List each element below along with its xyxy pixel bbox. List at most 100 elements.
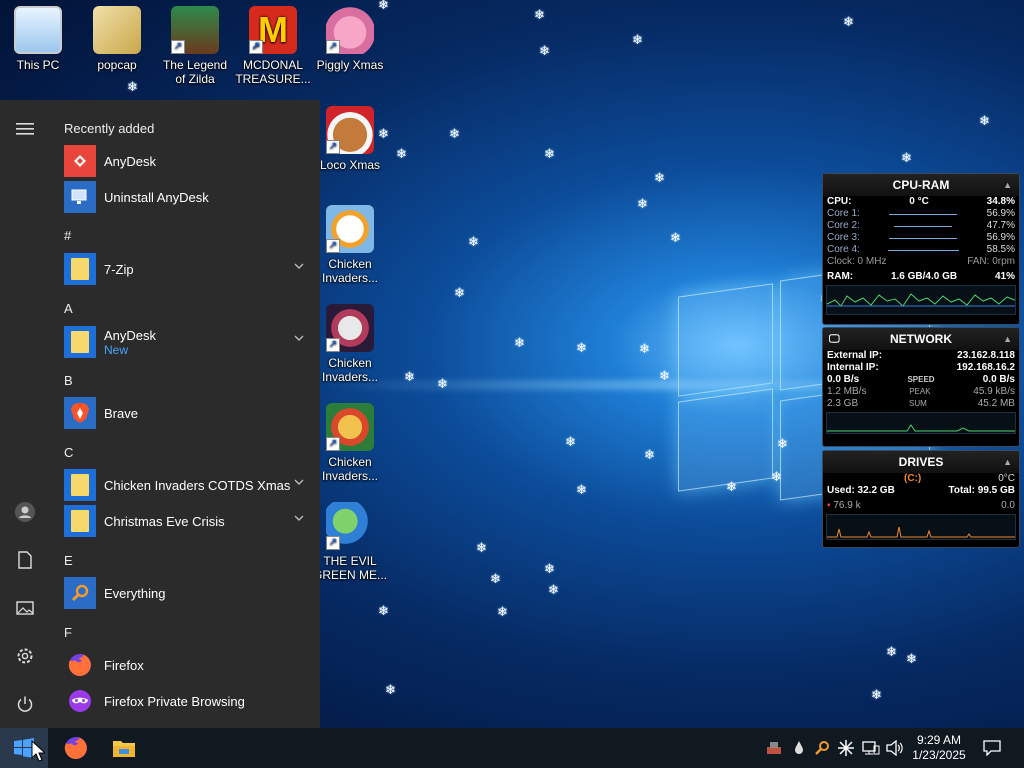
- mcdonalds-icon: M ↗: [249, 6, 297, 54]
- section-header-e[interactable]: E: [64, 553, 73, 568]
- folder-icon: [64, 469, 96, 501]
- snowflake-icon: ❄: [378, 0, 389, 12]
- start-rail: [0, 100, 50, 728]
- tray-snowflake-icon[interactable]: [836, 728, 856, 768]
- app-item-firefox-private[interactable]: Firefox Private Browsing: [64, 685, 314, 717]
- hamburger-menu-icon[interactable]: [12, 116, 38, 142]
- uninstall-icon: [64, 181, 96, 213]
- brave-icon: [64, 397, 96, 429]
- pictures-icon[interactable]: [12, 595, 38, 621]
- app-item-uninstall-anydesk[interactable]: Uninstall AnyDesk: [64, 181, 314, 213]
- snowflake-icon: ❄: [539, 43, 550, 58]
- chevron-down-icon: [294, 263, 304, 269]
- section-header-hash[interactable]: #: [64, 228, 71, 243]
- chicken-icon: ↗: [326, 304, 374, 352]
- taskbar-firefox[interactable]: [52, 728, 100, 768]
- section-header-c[interactable]: C: [64, 445, 73, 460]
- drive-activity-graph: [826, 514, 1016, 540]
- snowflake-icon: ❄: [906, 651, 917, 666]
- snowflake-icon: ❄: [544, 561, 555, 576]
- app-item-anydesk-folder[interactable]: AnyDesk New: [64, 325, 314, 359]
- desktop-icon-mcdonal-treasure[interactable]: M ↗ MCDONAL TREASURE...: [235, 6, 311, 86]
- app-item-7zip[interactable]: 7-Zip: [64, 253, 314, 285]
- snowflake-icon: ❄: [565, 434, 576, 449]
- app-item-firefox[interactable]: Firefox: [64, 649, 314, 681]
- start-menu: Recently added AnyDesk Uninstall AnyDesk…: [0, 100, 320, 728]
- snowflake-icon: ❄: [979, 113, 990, 128]
- app-item-everything[interactable]: Everything: [64, 577, 314, 609]
- snowflake-icon: ❄: [534, 7, 545, 22]
- firefox-icon: [64, 649, 96, 681]
- tray-network-icon[interactable]: [860, 728, 882, 768]
- tray-drop-icon[interactable]: [790, 728, 808, 768]
- tray-notifications-icon[interactable]: [978, 728, 1006, 768]
- desktop-icon-piggly-xmas[interactable]: ↗ Piggly Xmas: [312, 6, 388, 72]
- mouse-cursor-icon: [31, 740, 45, 762]
- app-item-christmas-eve-crisis[interactable]: Christmas Eve Crisis: [64, 505, 314, 537]
- snowflake-icon: ❄: [497, 604, 508, 619]
- desktop-icon-evil-green-me[interactable]: ↗ THE EVIL GREEN ME...: [312, 502, 388, 582]
- documents-icon[interactable]: [12, 547, 38, 573]
- snowflake-icon: ❄: [777, 436, 788, 451]
- snowflake-icon: ❄: [771, 469, 782, 484]
- pig-icon: ↗: [326, 6, 374, 54]
- user-avatar-icon[interactable]: [12, 499, 38, 525]
- drives-gadget: DRIVES ▲ (C:) 0°C Used: 32.2 GB Total: 99.5…: [822, 450, 1020, 548]
- collapse-icon[interactable]: ▲: [1003, 328, 1012, 350]
- app-item-brave[interactable]: Brave: [64, 397, 314, 429]
- clock-date: 1/23/2025: [912, 748, 966, 762]
- snowflake-icon: ❄: [514, 335, 525, 350]
- read-icon: ▪: [827, 500, 831, 511]
- snowflake-icon: ❄: [437, 376, 448, 391]
- snowflake-icon: ❄: [127, 79, 138, 94]
- snowflake-icon: ❄: [548, 582, 559, 597]
- tray-volume-icon[interactable]: [884, 728, 906, 768]
- snowflake-icon: ❄: [644, 447, 655, 462]
- core-row: Core 4: 58.5%: [827, 244, 1015, 255]
- desktop-icon-loco-xmas[interactable]: ↗ Loco Xmas: [312, 106, 388, 172]
- snowflake-icon: ❄: [639, 341, 650, 356]
- desktop-icon-popcap[interactable]: popcap: [79, 6, 155, 72]
- collapse-icon[interactable]: ▲: [1003, 174, 1012, 196]
- private-browsing-icon: [64, 685, 96, 717]
- taskbar-file-explorer[interactable]: [100, 728, 148, 768]
- core-row: Core 2: 47.7%: [827, 220, 1015, 231]
- app-item-chicken-invaders-cotds-xmas[interactable]: Chicken Invaders COTDS Xmas: [64, 469, 314, 501]
- app-item-anydesk-recent[interactable]: AnyDesk: [64, 145, 314, 177]
- monitor-icon: 🖵: [829, 333, 840, 345]
- cpu-history-graph: [826, 285, 1016, 315]
- desktop-icon-this-pc[interactable]: This PC: [0, 6, 76, 72]
- tray-clock[interactable]: 9:29 AM 1/23/2025: [908, 728, 970, 768]
- power-icon[interactable]: [12, 691, 38, 717]
- snowflake-icon: ❄: [576, 482, 587, 497]
- section-header-f[interactable]: F: [64, 625, 72, 640]
- snowflake-icon: ❄: [901, 150, 912, 165]
- chicken-icon: ↗: [326, 205, 374, 253]
- snowflake-icon: ❄: [871, 687, 882, 702]
- snowflake-icon: ❄: [378, 126, 389, 141]
- chevron-down-icon: [294, 479, 304, 485]
- desktop-icon-chicken-invaders-2[interactable]: ↗ Chicken Invaders...: [312, 304, 388, 384]
- tray-everything-search-icon[interactable]: [812, 728, 832, 768]
- section-header-a[interactable]: A: [64, 301, 73, 316]
- tray-network-tool-icon[interactable]: [764, 728, 784, 768]
- snowflake-icon: ❄: [576, 340, 587, 355]
- desktop-icon-chicken-invaders-1[interactable]: ↗ Chicken Invaders...: [312, 205, 388, 285]
- snowflake-icon: ❄: [378, 603, 389, 618]
- chevron-down-icon: [294, 515, 304, 521]
- cpu-ram-gadget: CPU-RAM ▲ CPU: 0 °C 34.8% Core 1: 56.9% Core…: [822, 173, 1020, 325]
- clock-time: 9:29 AM: [916, 733, 962, 747]
- folder-icon: [93, 6, 141, 54]
- snowflake-icon: ❄: [670, 230, 681, 245]
- firefox-icon: [64, 737, 87, 759]
- collapse-icon[interactable]: ▲: [1003, 451, 1012, 473]
- new-badge: New: [104, 342, 129, 357]
- snowflake-icon: ❄: [490, 571, 501, 586]
- section-header-b[interactable]: B: [64, 373, 73, 388]
- snowflake-icon: ❄: [396, 146, 407, 161]
- desktop-icon-legend-of-zilda[interactable]: ↗ The Legend of Zilda: [157, 6, 233, 86]
- recently-added-header: Recently added: [64, 121, 155, 136]
- snowflake-icon: ❄: [544, 146, 555, 161]
- desktop-icon-chicken-invaders-3[interactable]: ↗ Chicken Invaders...: [312, 403, 388, 483]
- settings-gear-icon[interactable]: [12, 643, 38, 669]
